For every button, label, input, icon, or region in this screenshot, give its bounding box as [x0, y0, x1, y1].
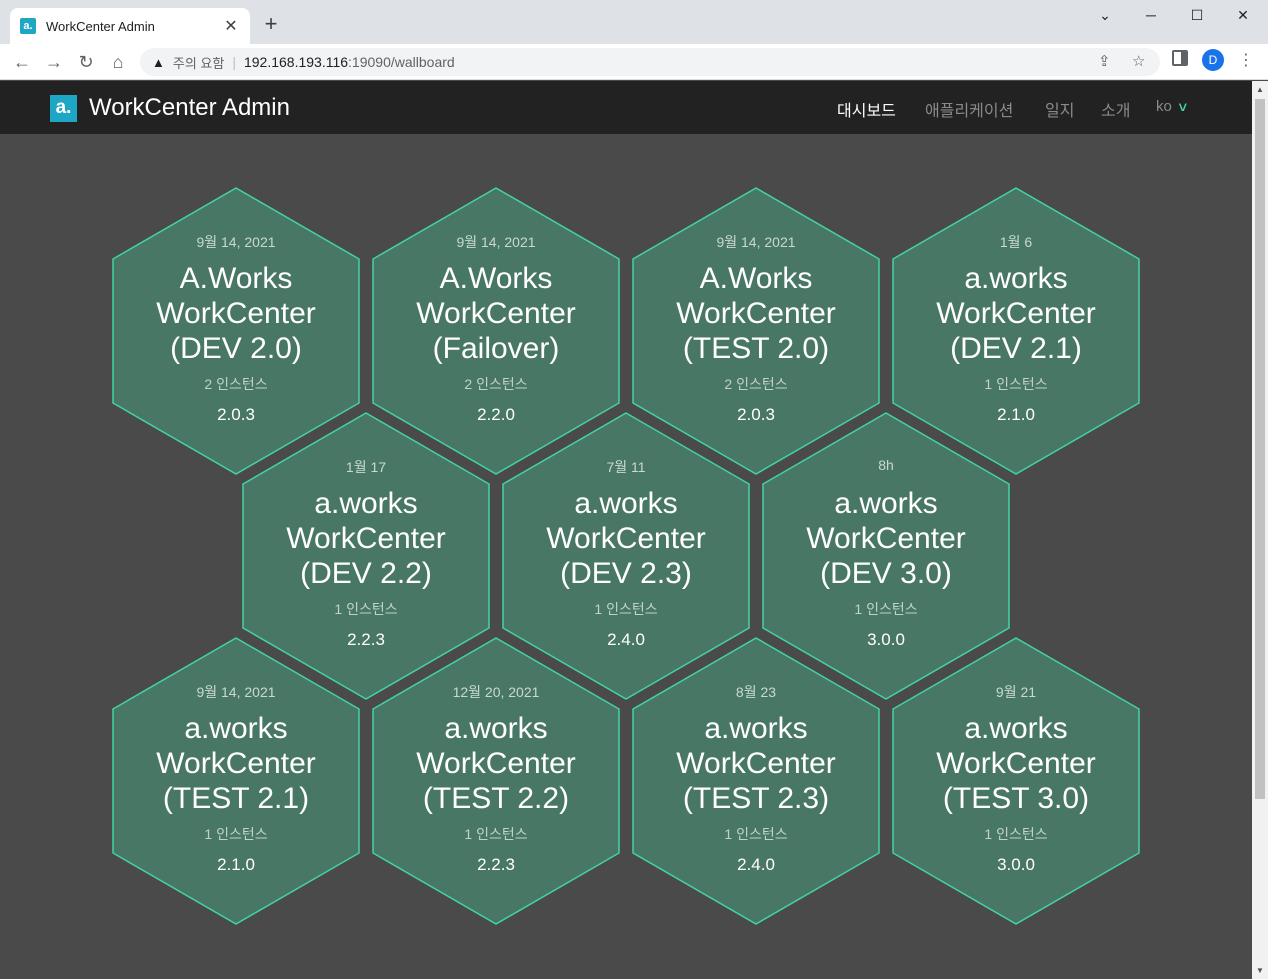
application-tile[interactable]: 9월 21 a.works WorkCenter (TEST 3.0) 1 인스턴스… [891, 637, 1141, 925]
tile-app-name: a.works WorkCenter (DEV 2.3) [546, 487, 706, 590]
tile-date: 9월 14, 2021 [196, 684, 276, 700]
tile-instance-count: 1 인스턴스 [334, 601, 398, 617]
brand-link[interactable]: a. WorkCenter Admin [50, 94, 290, 122]
tile-date: 8월 23 [735, 684, 777, 700]
tile-date: 1월 17 [345, 459, 387, 475]
chevron-down-icon: ∨ [1176, 99, 1189, 114]
browser-tab-strip: a. WorkCenter Admin ✕ + ⌄ ─ ☐ ✕ [0, 0, 1268, 44]
divider: | [232, 54, 236, 70]
security-warning[interactable]: 주의 요함 [173, 53, 224, 72]
language-dropdown[interactable]: ko ∨ [1156, 98, 1189, 115]
close-window-button[interactable]: ✕ [1220, 4, 1266, 28]
tile-app-name: a.works WorkCenter (TEST 3.0) [936, 712, 1096, 815]
app-navbar: a. WorkCenter Admin 대시보드 애플리케이션 일지 소개 ko… [0, 81, 1252, 134]
tile-version: 3.0.0 [997, 855, 1035, 874]
tile-date: 7월 11 [606, 459, 646, 475]
tile-app-name: a.works WorkCenter (DEV 3.0) [806, 487, 966, 590]
tile-instance-count: 1 인스턴스 [464, 826, 528, 842]
tile-app-name: A.Works WorkCenter (Failover) [416, 262, 576, 365]
tile-date: 9월 14, 2021 [716, 234, 796, 250]
brand-logo-icon: a. [50, 94, 77, 122]
page-scrollbar[interactable]: ▲ ▼ [1252, 81, 1268, 979]
bookmark-star-icon[interactable]: ☆ [1132, 52, 1145, 70]
back-arrow-icon[interactable]: ← [8, 48, 36, 76]
application-tile[interactable]: 12월 20, 2021 a.works WorkCenter (TEST 2.2… [371, 637, 621, 925]
tile-date: 1월 6 [999, 234, 1033, 250]
profile-avatar[interactable]: D [1202, 49, 1224, 71]
tile-instance-count: 1 인스턴스 [724, 826, 788, 842]
scrollbar-thumb[interactable] [1255, 99, 1265, 799]
tile-app-name: a.works WorkCenter (TEST 2.1) [156, 712, 316, 815]
reload-icon[interactable]: ↻ [72, 48, 100, 76]
nav-dashboard[interactable]: 대시보드 [837, 97, 896, 121]
tile-app-name: a.works WorkCenter (TEST 2.2) [416, 712, 576, 815]
tile-app-name: a.works WorkCenter (DEV 2.1) [936, 262, 1096, 365]
more-menu-icon[interactable]: ⋮ [1238, 50, 1254, 70]
favicon-icon: a. [20, 18, 36, 34]
application-tile[interactable]: 8월 23 a.works WorkCenter (TEST 2.3) 1 인스턴스… [631, 637, 881, 925]
minimize-button[interactable]: ─ [1128, 4, 1174, 28]
tile-version: 2.4.0 [737, 855, 775, 874]
tile-date: 8h [878, 457, 894, 473]
tile-instance-count: 1 인스턴스 [854, 601, 918, 617]
home-icon[interactable]: ⌂ [104, 48, 132, 76]
tile-date: 9월 14, 2021 [456, 234, 536, 250]
app-title: WorkCenter Admin [89, 94, 290, 121]
browser-tab[interactable]: a. WorkCenter Admin ✕ [10, 8, 250, 44]
nav-applications[interactable]: 애플리케이션 [925, 97, 1013, 121]
tile-date: 12월 20, 2021 [452, 684, 540, 700]
nav-about[interactable]: 소개 [1101, 97, 1130, 121]
url-path: :19090/wallboard [348, 54, 455, 70]
tile-date: 9월 14, 2021 [196, 234, 276, 250]
tile-instance-count: 1 인스턴스 [204, 826, 268, 842]
tab-close-icon[interactable]: ✕ [222, 16, 240, 36]
side-panel-icon[interactable] [1172, 50, 1188, 66]
tile-date: 9월 21 [995, 684, 1037, 700]
nav-journal[interactable]: 일지 [1045, 97, 1074, 121]
tile-app-name: A.Works WorkCenter (DEV 2.0) [156, 262, 316, 365]
warning-icon[interactable]: ▲ [152, 55, 165, 70]
tile-instance-count: 1 인스턴스 [984, 826, 1048, 842]
tile-instance-count: 2 인스턴스 [724, 376, 788, 392]
share-icon[interactable]: ⇪ [1098, 52, 1111, 70]
tile-version: 2.2.3 [477, 855, 515, 874]
url-host: 192.168.193.116 [243, 54, 349, 70]
address-bar[interactable]: ▲ 주의 요함 | 192.168.193.116:19090/wallboar… [140, 48, 1160, 76]
new-tab-button[interactable]: + [258, 12, 284, 38]
application-tile[interactable]: 9월 14, 2021 a.works WorkCenter (TEST 2.1)… [111, 637, 361, 925]
tile-instance-count: 1 인스턴스 [594, 601, 658, 617]
tab-search-icon[interactable]: ⌄ [1082, 4, 1128, 28]
tile-app-name: a.works WorkCenter (TEST 2.3) [676, 712, 836, 815]
scroll-up-icon[interactable]: ▲ [1256, 85, 1264, 94]
tile-app-name: a.works WorkCenter (DEV 2.2) [286, 487, 446, 590]
forward-arrow-icon[interactable]: → [40, 48, 68, 76]
wallboard: 9월 14, 2021 A.Works WorkCenter (DEV 2.0) 2… [0, 134, 1252, 979]
tile-instance-count: 2 인스턴스 [204, 376, 268, 392]
tile-version: 2.1.0 [217, 855, 255, 874]
scroll-down-icon[interactable]: ▼ [1256, 966, 1264, 975]
language-label: ko [1156, 98, 1172, 115]
tile-app-name: A.Works WorkCenter (TEST 2.0) [676, 262, 836, 365]
browser-toolbar: ← → ↻ ⌂ ▲ 주의 요함 | 192.168.193.116:19090/… [0, 44, 1268, 80]
tile-instance-count: 2 인스턴스 [464, 376, 528, 392]
maximize-button[interactable]: ☐ [1174, 4, 1220, 28]
tile-instance-count: 1 인스턴스 [984, 376, 1048, 392]
tab-title: WorkCenter Admin [46, 18, 155, 34]
